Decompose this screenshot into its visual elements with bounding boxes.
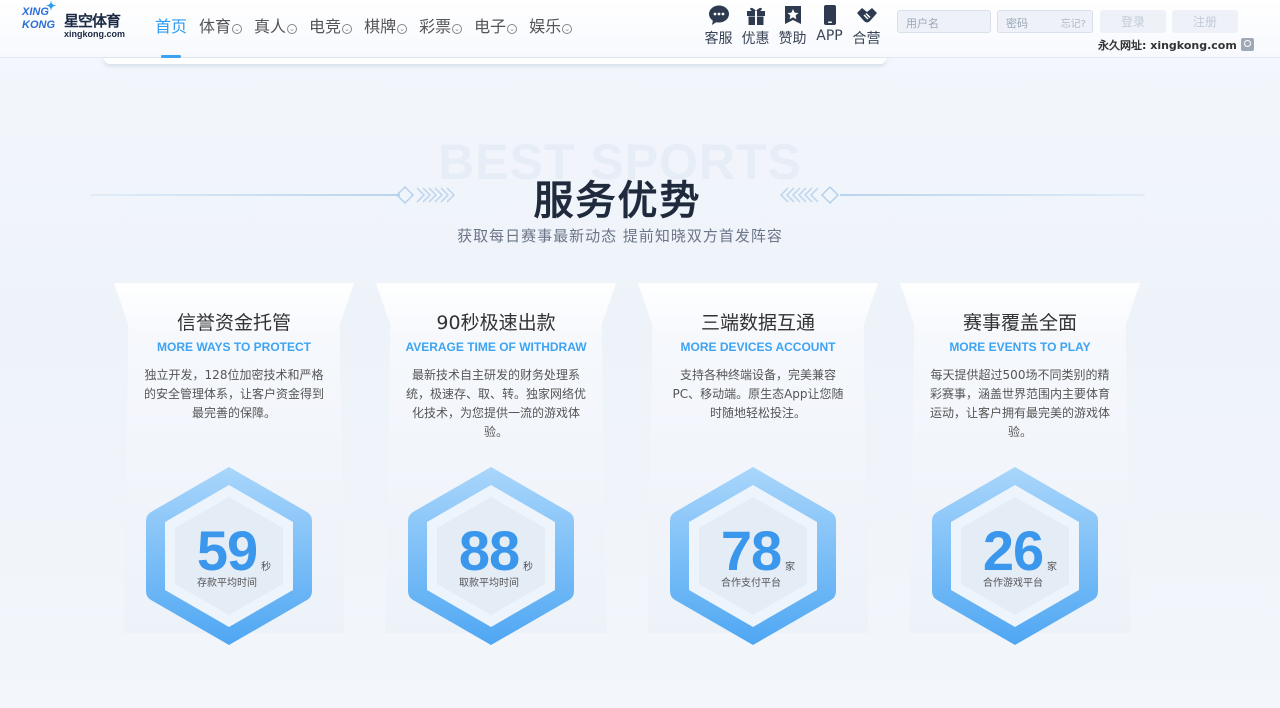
logo-name: 星空体育 xyxy=(64,12,121,30)
chevron-down-icon: ⌄ xyxy=(342,24,353,34)
top-header: XING KONG ✦ 星空体育 xingkong.com 首页 体育 ⌄ 真人 ⌄… xyxy=(0,0,1280,58)
card-description: 最新技术自主研发的财务处理系统，极速存、取、转。独家网络优化技术，为您提供一流的… xyxy=(406,368,587,439)
logo-mark-bottom: KONG xyxy=(22,19,55,31)
card-subtitle: MORE WAYS TO PROTECT xyxy=(156,340,312,354)
chevron-down-icon: ⌄ xyxy=(562,24,573,34)
star-badge-icon xyxy=(784,6,801,24)
nav-item-live-casino[interactable]: 真人 ⌄ xyxy=(254,0,298,58)
quick-link-sponsor[interactable]: 赞助 xyxy=(774,4,811,48)
gift-icon xyxy=(746,7,765,25)
nav-item-esports[interactable]: 电竞 ⌄ xyxy=(309,0,353,58)
nav-label: 彩票 xyxy=(419,17,452,36)
chevron-down-icon: ⌄ xyxy=(452,24,463,34)
card-subtitle: MORE EVENTS TO PLAY xyxy=(949,340,1091,354)
main-nav: 首页 体育 ⌄ 真人 ⌄ 电竞 ⌄ 棋牌 ⌄ 彩票 ⌄ 电子 ⌄ 娱乐 ⌄ xyxy=(155,0,584,58)
card-description: 支持各种终端设备，完美兼容PC、移动端。原生态App让您随时随地轻松投注。 xyxy=(672,368,844,420)
nav-label: 电子 xyxy=(474,17,507,36)
quick-link-label: APP xyxy=(816,28,843,44)
handshake-icon xyxy=(856,8,877,23)
quick-link-service[interactable]: 客服 xyxy=(700,4,737,48)
permanent-url: 永久网址: xingkong.com xyxy=(1098,37,1254,53)
stat-hexagon: 78 家 合作支付平台 xyxy=(668,463,848,649)
card-subtitle: MORE DEVICES ACCOUNT xyxy=(680,340,836,354)
password-placeholder: 密码 xyxy=(1006,17,1028,30)
feature-card-fund-custody: 信誉资金托管 MORE WAYS TO PROTECT 独立开发，128位加密技… xyxy=(114,283,354,645)
feature-card-multi-device: 三端数据互通 MORE DEVICES ACCOUNT 支持各种终端设备，完美兼… xyxy=(638,283,878,645)
stat-hexagon: 26 家 合作游戏平台 xyxy=(930,463,1110,649)
quick-link-app[interactable]: APP xyxy=(811,4,848,48)
quick-links: 客服 优惠 赞助 APP 合营 xyxy=(700,4,885,48)
password-field[interactable]: 密码 忘记? xyxy=(997,10,1093,33)
feature-card-fast-withdraw: 90秒极速出款 AVERAGE TIME OF WITHDRAW 最新技术自主研… xyxy=(376,283,616,645)
card-description: 独立开发，128位加密技术和严格的安全管理体系，让客户资金得到最完善的保障。 xyxy=(144,368,325,420)
section-subtitle: 获取每日赛事最新动态 提前知晓双方首发阵容 xyxy=(457,227,783,245)
quick-link-partner[interactable]: 合营 xyxy=(848,4,885,48)
chevron-down-icon: ⌄ xyxy=(397,24,408,34)
card-description: 每天提供超过500场不同类别的精彩赛事，涵盖世界范围内主要体育运动，让客户拥有最… xyxy=(930,368,1111,439)
stat-hexagon: 88 秒 取款平均时间 xyxy=(406,463,586,649)
nav-item-slots[interactable]: 电子 ⌄ xyxy=(474,0,518,58)
nav-item-home[interactable]: 首页 xyxy=(155,0,187,58)
nav-item-chess[interactable]: 棋牌 ⌄ xyxy=(364,0,408,58)
chevron-down-icon: ⌄ xyxy=(287,24,298,34)
phone-icon xyxy=(823,5,836,25)
username-placeholder: 用户名 xyxy=(906,17,939,30)
nav-item-sports[interactable]: 体育 ⌄ xyxy=(199,0,243,58)
nav-label: 体育 xyxy=(199,17,232,36)
nav-label: 真人 xyxy=(254,17,287,36)
nav-label: 棋牌 xyxy=(364,17,397,36)
nav-label: 首页 xyxy=(155,17,188,36)
feature-card-event-coverage: 赛事覆盖全面 MORE EVENTS TO PLAY 每天提供超过500场不同类… xyxy=(900,283,1140,645)
brand-logo[interactable]: XING KONG ✦ 星空体育 xingkong.com xyxy=(22,0,132,42)
forgot-password-link[interactable]: 忘记? xyxy=(1061,15,1086,30)
logo-mark: XING KONG ✦ xyxy=(22,0,56,32)
logo-mark-top: XING xyxy=(22,6,49,18)
stat-label: 取款平均时间 xyxy=(459,578,519,589)
card-title: 赛事覆盖全面 xyxy=(962,312,1077,334)
stat-unit: 家 xyxy=(1047,562,1057,573)
card-title: 信誉资金托管 xyxy=(176,312,291,334)
card-title: 三端数据互通 xyxy=(700,312,815,334)
nav-item-lottery[interactable]: 彩票 ⌄ xyxy=(419,0,463,58)
username-field[interactable]: 用户名 xyxy=(897,10,991,33)
stat-unit: 家 xyxy=(785,562,795,573)
card-subtitle: AVERAGE TIME OF WITHDRAW xyxy=(405,340,587,354)
stat-label: 存款平均时间 xyxy=(197,578,257,589)
section-title: 服务优势 xyxy=(533,178,702,224)
nav-label: 娱乐 xyxy=(529,17,562,36)
stat-unit: 秒 xyxy=(261,562,271,573)
quick-link-label: 优惠 xyxy=(741,31,770,47)
chat-icon xyxy=(708,5,729,25)
logo-url: xingkong.com xyxy=(64,29,126,39)
chevron-down-icon: ⌄ xyxy=(507,24,518,34)
card-title: 90秒极速出款 xyxy=(436,312,556,334)
login-button[interactable]: 登录 xyxy=(1100,10,1166,33)
quick-link-label: 赞助 xyxy=(778,31,807,47)
permanent-url-text: 永久网址: xingkong.com xyxy=(1098,39,1237,52)
quick-link-promo[interactable]: 优惠 xyxy=(737,4,774,48)
quick-link-label: 客服 xyxy=(704,31,733,47)
nav-item-entertainment[interactable]: 娱乐 ⌄ xyxy=(529,0,573,58)
stat-label: 合作支付平台 xyxy=(721,578,781,589)
stat-hexagon: 59 秒 存款平均时间 xyxy=(144,463,324,649)
search-icon[interactable] xyxy=(1240,38,1254,51)
quick-link-label: 合营 xyxy=(852,31,881,47)
nav-label: 电竞 xyxy=(309,17,342,36)
stat-unit: 秒 xyxy=(523,562,533,573)
star-icon: ✦ xyxy=(46,0,57,13)
chevron-down-icon: ⌄ xyxy=(232,24,243,34)
dropdown-shelf xyxy=(104,58,886,64)
stat-label: 合作游戏平台 xyxy=(983,578,1043,589)
register-button[interactable]: 注册 xyxy=(1172,10,1238,33)
